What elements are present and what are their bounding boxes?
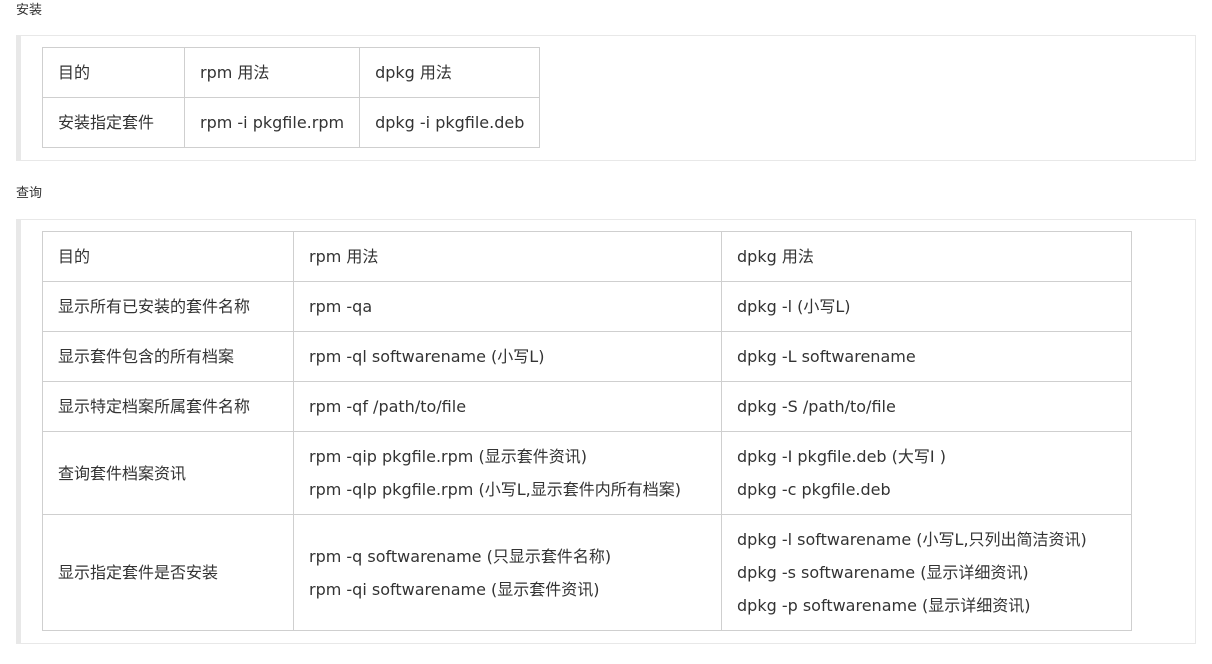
header-purpose: 目的: [43, 232, 294, 282]
dpkg-cell: dpkg -l softwarename (小写L,只列出简洁资讯) dpkg …: [722, 515, 1132, 631]
purpose-cell: 安装指定套件: [43, 98, 185, 148]
purpose-cell: 显示指定套件是否安装: [43, 515, 294, 631]
rpm-cell: rpm -ql softwarename (小写L): [294, 332, 722, 382]
purpose-cell: 查询套件档案资讯: [43, 432, 294, 515]
rpm-cell: rpm -qf /path/to/file: [294, 382, 722, 432]
table-row: 显示所有已安装的套件名称 rpm -qa dpkg -l (小写L): [43, 282, 1132, 332]
command-line: dpkg -c pkgfile.deb: [737, 473, 1116, 506]
command-line: rpm -qi softwarename (显示套件资讯): [309, 573, 706, 606]
command-line: dpkg -l (小写L): [737, 290, 1116, 323]
command-line: rpm -qa: [309, 290, 706, 323]
header-purpose: 目的: [43, 48, 185, 98]
purpose-cell: 显示套件包含的所有档案: [43, 332, 294, 382]
command-line: dpkg -s softwarename (显示详细资讯): [737, 556, 1116, 589]
table-header-row: 目的 rpm 用法 dpkg 用法: [43, 48, 540, 98]
table-row: 显示套件包含的所有档案 rpm -ql softwarename (小写L) d…: [43, 332, 1132, 382]
command-line: rpm -qip pkgfile.rpm (显示套件资讯): [309, 440, 706, 473]
command-line: rpm -qf /path/to/file: [309, 390, 706, 423]
command-line: rpm -q softwarename (只显示套件名称): [309, 540, 706, 573]
table-row: 显示特定档案所属套件名称 rpm -qf /path/to/file dpkg …: [43, 382, 1132, 432]
rpm-cell: rpm -qa: [294, 282, 722, 332]
dpkg-cell: dpkg -S /path/to/file: [722, 382, 1132, 432]
command-line: rpm -ql softwarename (小写L): [309, 340, 706, 373]
dpkg-cell: dpkg -l (小写L): [722, 282, 1132, 332]
dpkg-cell: dpkg -L softwarename: [722, 332, 1132, 382]
command-line: dpkg -I pkgfile.deb (大写I ): [737, 440, 1116, 473]
command-line: dpkg -l softwarename (小写L,只列出简洁资讯): [737, 523, 1116, 556]
rpm-cell: rpm -qip pkgfile.rpm (显示套件资讯) rpm -qlp p…: [294, 432, 722, 515]
query-table: 目的 rpm 用法 dpkg 用法 显示所有已安装的套件名称 rpm -qa d…: [42, 231, 1132, 631]
header-rpm-usage: rpm 用法: [185, 48, 360, 98]
rpm-cell: rpm -i pkgfile.rpm: [185, 98, 360, 148]
command-line: rpm -i pkgfile.rpm: [200, 106, 344, 139]
install-table: 目的 rpm 用法 dpkg 用法 安装指定套件 rpm -i pkgfile.…: [42, 47, 540, 148]
table-row: 显示指定套件是否安装 rpm -q softwarename (只显示套件名称)…: [43, 515, 1132, 631]
header-dpkg-usage: dpkg 用法: [722, 232, 1132, 282]
query-heading: 查询: [16, 186, 42, 202]
purpose-cell: 显示特定档案所属套件名称: [43, 382, 294, 432]
table-row: 查询套件档案资讯 rpm -qip pkgfile.rpm (显示套件资讯) r…: [43, 432, 1132, 515]
command-line: rpm -qlp pkgfile.rpm (小写L,显示套件内所有档案): [309, 473, 706, 506]
table-header-row: 目的 rpm 用法 dpkg 用法: [43, 232, 1132, 282]
table-row: 安装指定套件 rpm -i pkgfile.rpm dpkg -i pkgfil…: [43, 98, 540, 148]
dpkg-cell: dpkg -I pkgfile.deb (大写I ) dpkg -c pkgfi…: [722, 432, 1132, 515]
header-dpkg-usage: dpkg 用法: [360, 48, 540, 98]
header-rpm-usage: rpm 用法: [294, 232, 722, 282]
install-panel: 目的 rpm 用法 dpkg 用法 安装指定套件 rpm -i pkgfile.…: [16, 35, 1196, 161]
purpose-cell: 显示所有已安装的套件名称: [43, 282, 294, 332]
query-panel: 目的 rpm 用法 dpkg 用法 显示所有已安装的套件名称 rpm -qa d…: [16, 219, 1196, 644]
command-line: dpkg -S /path/to/file: [737, 390, 1116, 423]
rpm-cell: rpm -q softwarename (只显示套件名称) rpm -qi so…: [294, 515, 722, 631]
install-heading: 安装: [16, 3, 42, 19]
dpkg-cell: dpkg -i pkgfile.deb: [360, 98, 540, 148]
command-line: dpkg -i pkgfile.deb: [375, 106, 524, 139]
command-line: dpkg -p softwarename (显示详细资讯): [737, 589, 1116, 622]
command-line: dpkg -L softwarename: [737, 340, 1116, 373]
